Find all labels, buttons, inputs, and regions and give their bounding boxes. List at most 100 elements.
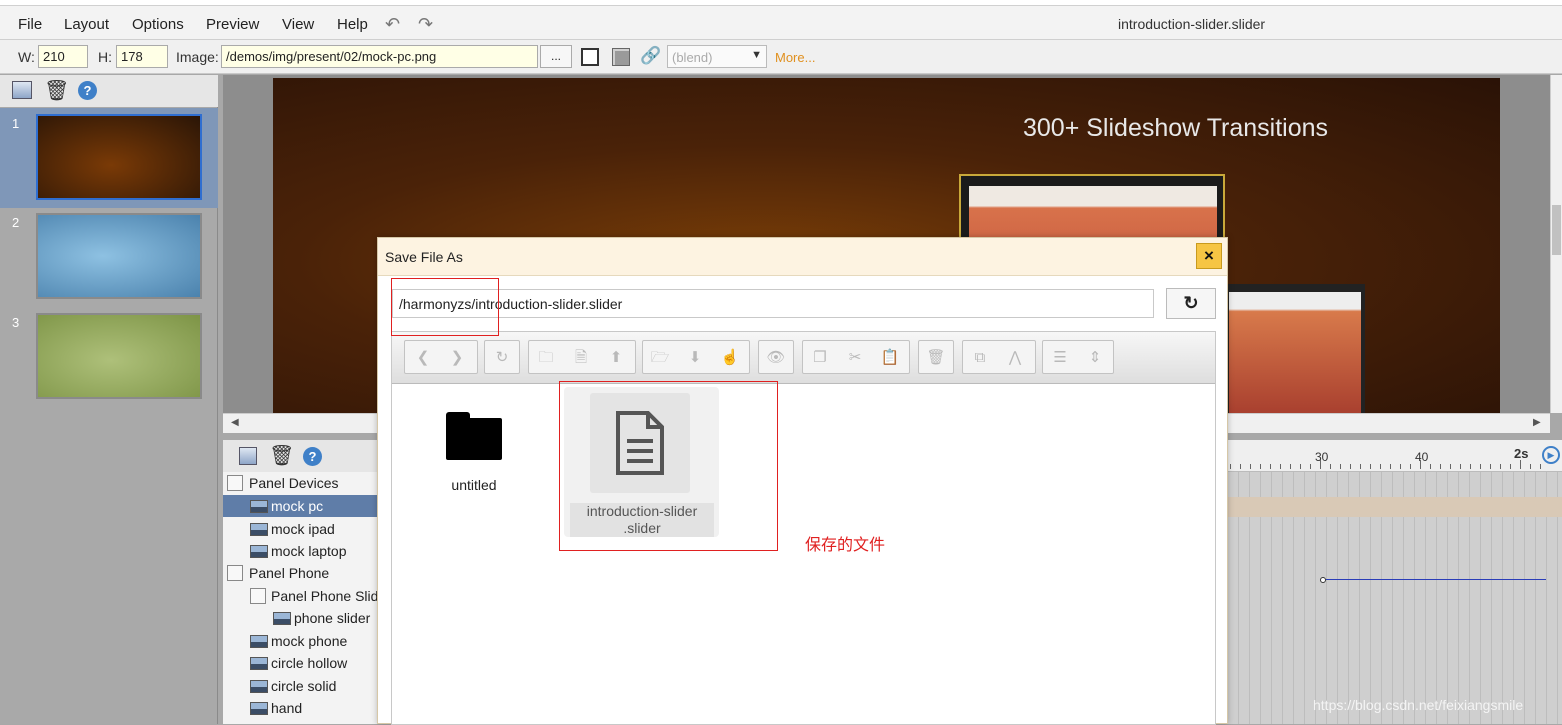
rename-icon[interactable]: ⋀ bbox=[1005, 348, 1025, 368]
layer-item[interactable]: mock ipad bbox=[223, 518, 378, 540]
blend-select[interactable]: (blend) ▼ bbox=[667, 45, 767, 68]
ruler-tick bbox=[1500, 464, 1501, 469]
layer-label: phone slider bbox=[294, 610, 371, 626]
keyframe-marker[interactable] bbox=[1320, 577, 1326, 583]
browse-button[interactable]: ... bbox=[540, 45, 572, 68]
ruler-label: 2s bbox=[1514, 446, 1529, 461]
slide-item[interactable]: 1 bbox=[0, 108, 218, 208]
copy-icon[interactable]: ❐ bbox=[810, 348, 830, 368]
canvas-vertical-scrollbar[interactable] bbox=[1550, 75, 1562, 413]
help-icon[interactable]: ? bbox=[78, 81, 97, 100]
upload-icon[interactable]: ⬆ bbox=[606, 348, 626, 368]
close-icon[interactable]: × bbox=[1196, 243, 1222, 269]
path-highlight-box bbox=[391, 278, 499, 336]
layer-label: Panel Phone bbox=[249, 565, 330, 581]
ruler-tick bbox=[1300, 464, 1301, 469]
scrollbar-thumb[interactable] bbox=[1552, 205, 1561, 255]
file-path-input[interactable] bbox=[392, 289, 1154, 318]
folder-item[interactable]: untitled bbox=[414, 390, 534, 500]
image-icon bbox=[250, 523, 268, 536]
forward-icon[interactable]: ❯ bbox=[447, 348, 467, 368]
image-path-input[interactable] bbox=[221, 45, 538, 68]
ruler-tick bbox=[1360, 464, 1361, 469]
layer-item[interactable]: mock pc bbox=[223, 495, 378, 517]
trash-icon[interactable]: 🗑 bbox=[269, 443, 294, 468]
timeline-selected-row bbox=[1228, 497, 1562, 517]
trash-icon[interactable]: 🗑 bbox=[926, 348, 946, 368]
slide-number: 3 bbox=[12, 315, 20, 330]
delete-button-group: 🗑 bbox=[918, 340, 954, 374]
cut-icon[interactable]: ✂ bbox=[845, 348, 865, 368]
menu-options[interactable]: Options bbox=[132, 16, 184, 33]
reload-icon[interactable]: ↻ bbox=[492, 348, 512, 368]
menu-help[interactable]: Help bbox=[337, 16, 368, 33]
redo-icon[interactable]: ↷ bbox=[418, 14, 433, 35]
layer-item[interactable]: Panel Phone Slider bbox=[223, 585, 378, 607]
file-name: untitled bbox=[451, 477, 497, 493]
preview-eye-icon[interactable]: 👁 bbox=[766, 348, 786, 368]
new-file-icon[interactable]: 🗎 bbox=[571, 348, 591, 368]
image-icon bbox=[250, 545, 268, 558]
layer-item[interactable]: circle solid bbox=[223, 675, 378, 697]
layer-label: mock laptop bbox=[271, 543, 347, 559]
trash-icon[interactable]: 🗑 bbox=[44, 78, 69, 103]
pointer-icon[interactable]: ☝ bbox=[720, 348, 740, 368]
list-view-icon[interactable]: ☰ bbox=[1050, 348, 1070, 368]
file-button-group: 🗁 ⬇ ☝ bbox=[642, 340, 750, 374]
scroll-left-icon[interactable]: ◀ bbox=[231, 417, 239, 428]
ruler-tick bbox=[1250, 464, 1251, 469]
menu-view[interactable]: View bbox=[282, 16, 314, 33]
layers-list: Panel Devices mock pc mock ipad mock lap… bbox=[223, 472, 378, 724]
layer-item[interactable]: phone slider bbox=[223, 607, 378, 629]
menu-file[interactable]: File bbox=[18, 16, 42, 33]
menu-layout[interactable]: Layout bbox=[64, 16, 109, 33]
shadow-toggle-icon[interactable] bbox=[612, 48, 630, 66]
layer-item[interactable]: Panel Phone bbox=[223, 562, 378, 584]
layer-item[interactable]: Panel Devices bbox=[223, 472, 378, 494]
ruler-tick bbox=[1320, 460, 1321, 469]
slide-heading[interactable]: 300+ Slideshow Transitions bbox=[1023, 114, 1328, 143]
refresh-icon[interactable]: ↻ bbox=[1166, 288, 1216, 319]
play-icon[interactable]: ▶ bbox=[1542, 446, 1560, 464]
slide-thumbnail bbox=[36, 114, 202, 200]
height-input[interactable] bbox=[116, 45, 168, 68]
slide-item[interactable]: 3 bbox=[0, 307, 218, 407]
back-icon[interactable]: ❮ bbox=[413, 348, 433, 368]
layer-item[interactable]: mock laptop bbox=[223, 540, 378, 562]
menu-preview[interactable]: Preview bbox=[206, 16, 259, 33]
help-icon[interactable]: ? bbox=[303, 447, 322, 466]
slide-item[interactable]: 2 bbox=[0, 207, 218, 307]
scroll-right-icon[interactable]: ▶ bbox=[1533, 417, 1541, 428]
layer-item[interactable]: mock phone bbox=[223, 630, 378, 652]
download-icon[interactable]: ⬇ bbox=[685, 348, 705, 368]
mock-laptop-image[interactable] bbox=[1225, 284, 1365, 413]
link-icon[interactable]: 🔗 bbox=[640, 46, 661, 66]
layer-item[interactable]: hand bbox=[223, 697, 378, 719]
duplicate-icon[interactable]: ⧉ bbox=[970, 348, 990, 368]
layer-label: Panel Devices bbox=[249, 475, 339, 491]
add-slide-icon[interactable] bbox=[12, 81, 32, 99]
view-button-group: ☰ ⇕ bbox=[1042, 340, 1114, 374]
ruler-tick bbox=[1410, 464, 1411, 469]
ruler-tick bbox=[1280, 464, 1281, 469]
new-folder-icon[interactable]: 🗀 bbox=[536, 348, 556, 368]
undo-icon[interactable]: ↶ bbox=[385, 14, 400, 35]
file-highlight-box bbox=[559, 381, 778, 551]
width-label: W: bbox=[18, 49, 35, 65]
timeline-panel[interactable] bbox=[1228, 440, 1562, 724]
open-icon[interactable]: 🗁 bbox=[650, 348, 670, 368]
ruler-tick bbox=[1460, 464, 1461, 469]
height-label: H: bbox=[98, 49, 112, 65]
keyframe-track bbox=[1326, 579, 1546, 580]
dialog-header: Save File As × bbox=[378, 238, 1227, 276]
border-toggle-icon[interactable] bbox=[581, 48, 599, 66]
more-link[interactable]: More... bbox=[775, 50, 815, 65]
ruler-tick bbox=[1330, 464, 1331, 469]
file-manager-toolbar: ❮ ❯ ↻ 🗀 🗎 ⬆ 🗁 ⬇ ☝ 👁 ❐ ✂ 📋 🗑 ⧉ ⋀ ☰ ⇕ bbox=[392, 332, 1215, 384]
add-layer-icon[interactable] bbox=[239, 447, 257, 465]
sort-icon[interactable]: ⇕ bbox=[1085, 348, 1105, 368]
layer-item[interactable]: circle hollow bbox=[223, 652, 378, 674]
paste-icon[interactable]: 📋 bbox=[880, 348, 900, 368]
width-input[interactable] bbox=[38, 45, 88, 68]
ruler-tick bbox=[1290, 464, 1291, 469]
